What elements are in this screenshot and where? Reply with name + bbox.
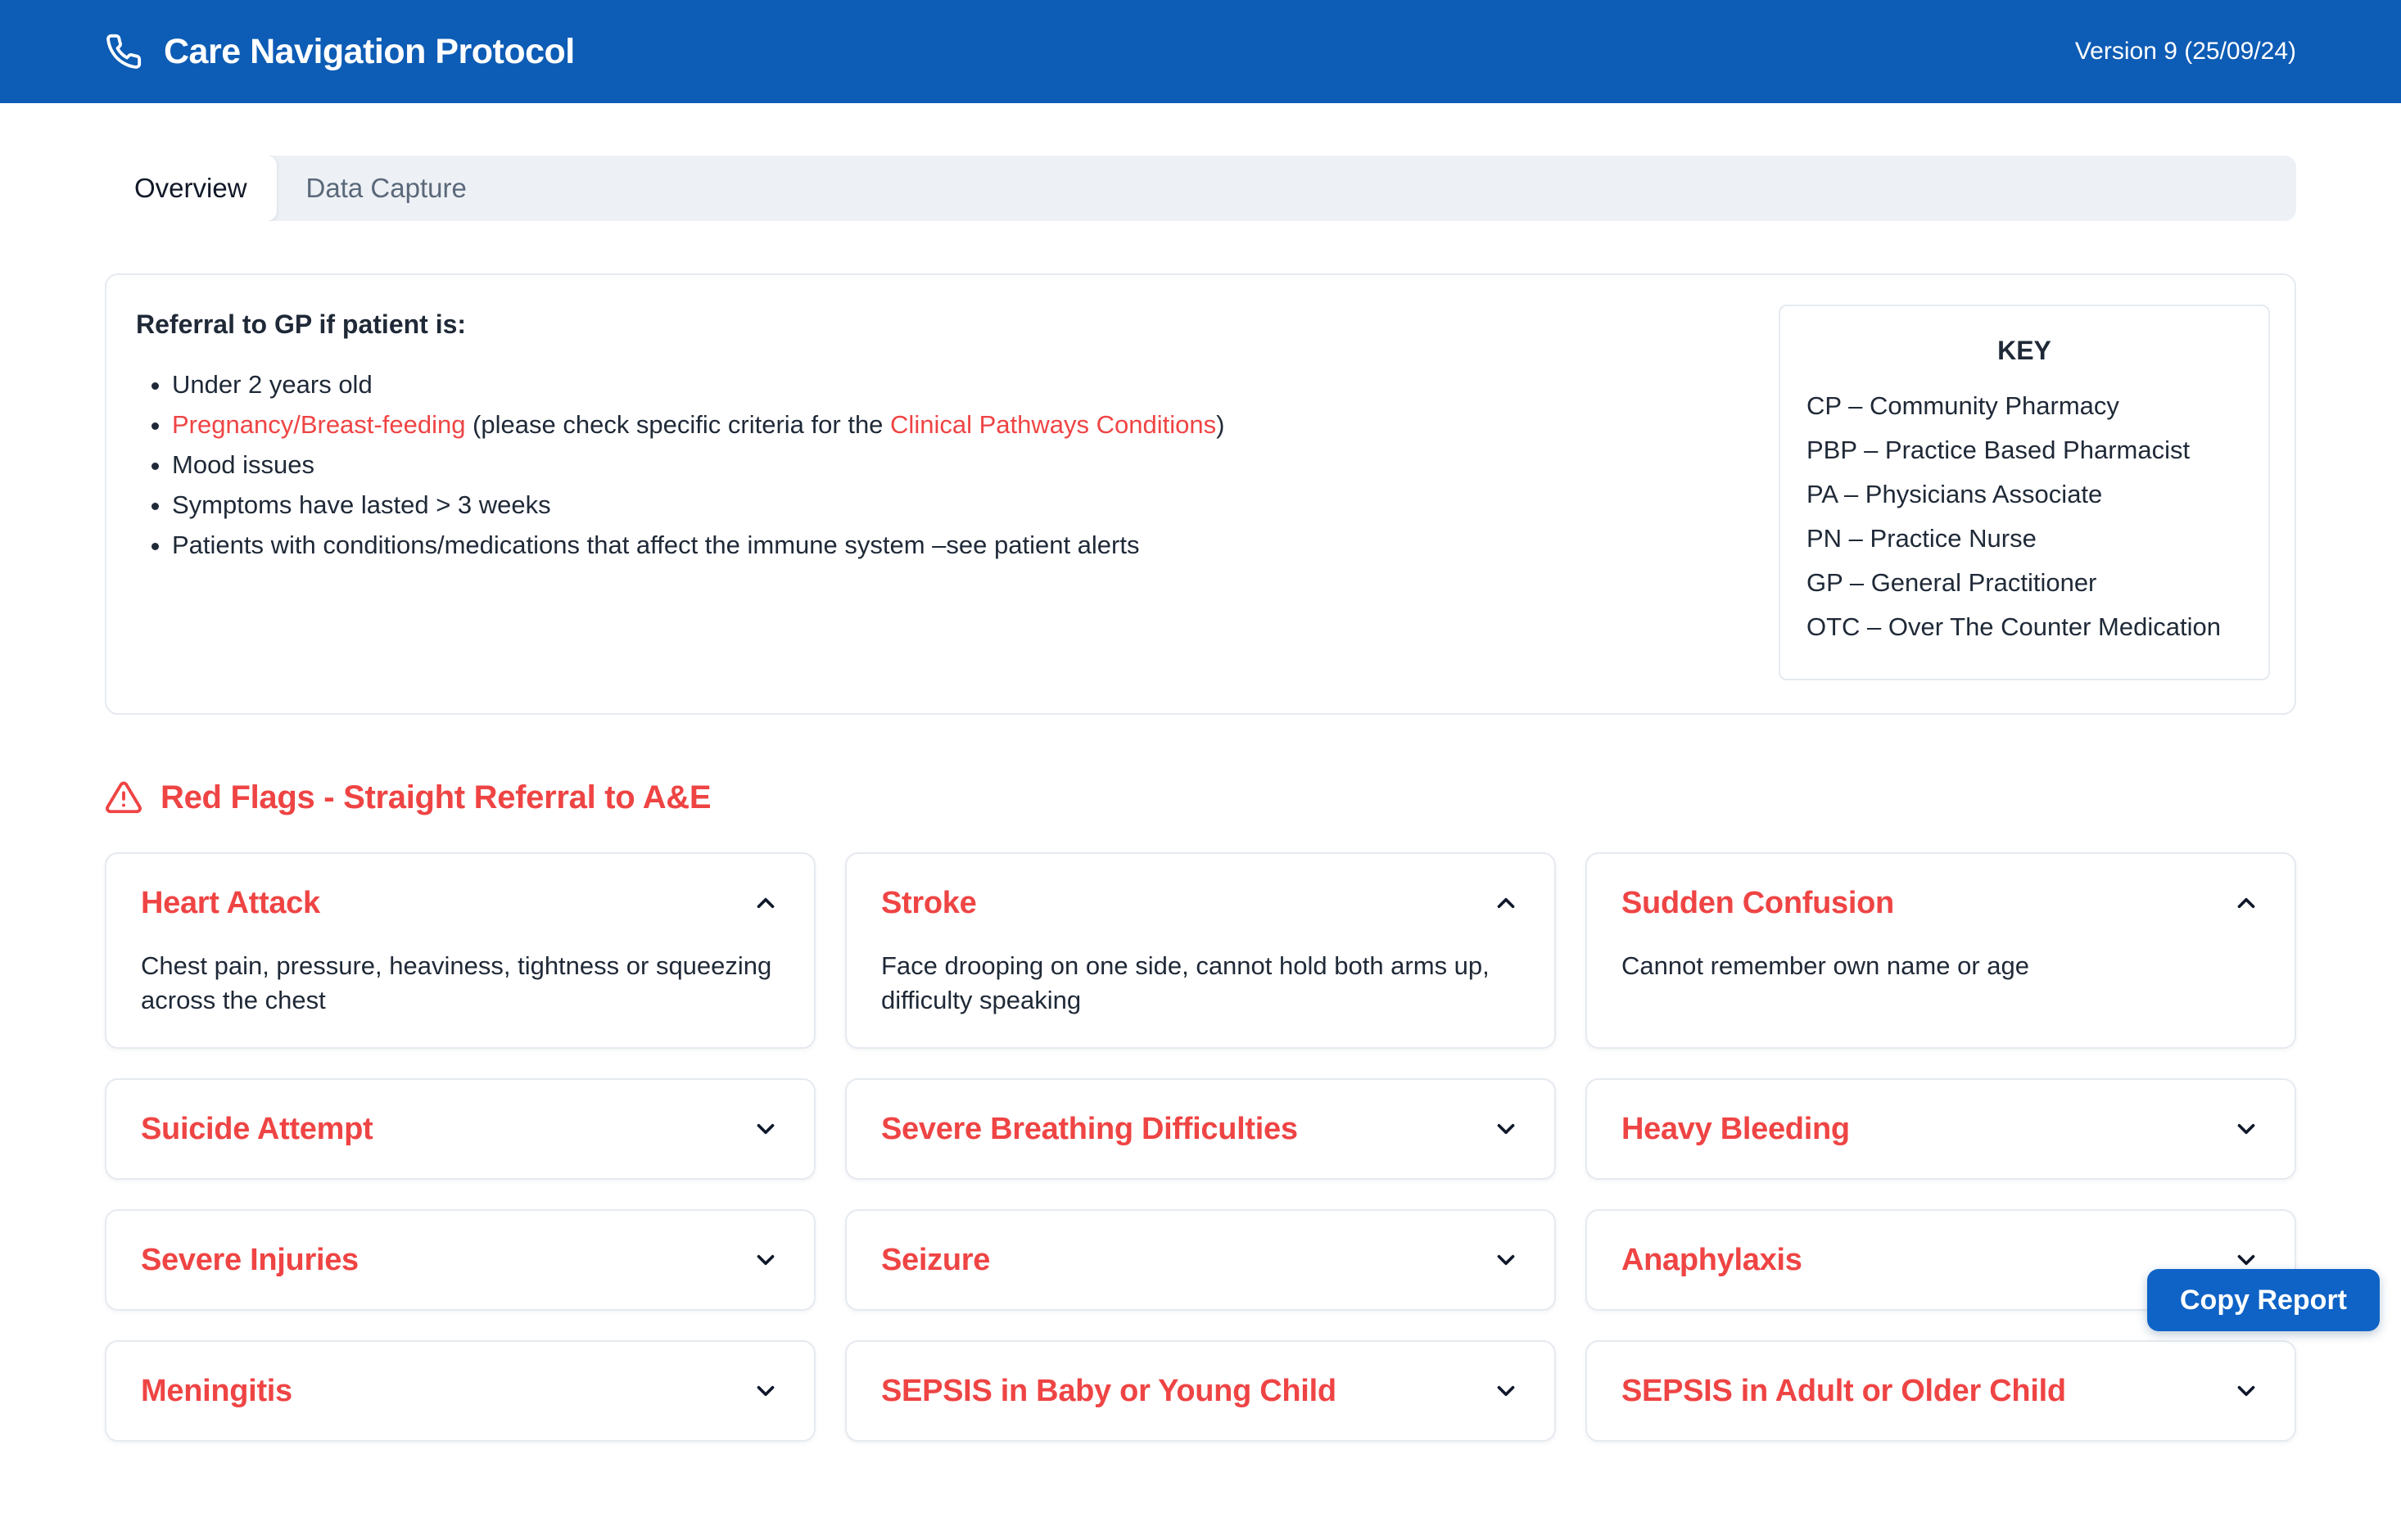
referral-bullet: Under 2 years old [172, 364, 1224, 404]
red-flags-heading-text: Red Flags - Straight Referral to A&E [161, 779, 711, 816]
key-item: PA – Physicians Associate [1806, 472, 2242, 517]
condition-card-toggle[interactable]: Stroke [881, 883, 1520, 923]
condition-card: Suicide Attempt [105, 1078, 816, 1180]
condition-card-title: Sudden Confusion [1621, 883, 1894, 923]
condition-card: SEPSIS in Baby or Young Child [845, 1340, 1556, 1442]
key-title: KEY [1806, 336, 2242, 366]
page-title: Care Navigation Protocol [164, 32, 575, 72]
referral-criteria: Referral to GP if patient is: Under 2 ye… [136, 305, 1224, 565]
referral-bullet: Mood issues [172, 445, 1224, 485]
chevron-up-icon [2232, 889, 2260, 917]
chevron-down-icon [1492, 1246, 1520, 1274]
cards-grid: Heart Attack Chest pain, pressure, heavi… [105, 852, 2296, 1540]
condition-card: SEPSIS in Adult or Older Child [1585, 1340, 2296, 1442]
condition-card: Seizure [845, 1209, 1556, 1311]
tab-label: Data Capture [306, 173, 467, 204]
key-item: GP – General Practitioner [1806, 561, 2242, 605]
referral-heading: Referral to GP if patient is: [136, 309, 1224, 340]
app-brand: Care Navigation Protocol [105, 32, 575, 72]
condition-card-title: Suicide Attempt [141, 1109, 373, 1149]
condition-card-title: Meningitis [141, 1371, 292, 1411]
key-item: OTC – Over The Counter Medication [1806, 605, 2242, 649]
condition-card: Stroke Face drooping on one side, cannot… [845, 852, 1556, 1049]
condition-card-toggle[interactable]: Severe Breathing Difficulties [881, 1109, 1520, 1149]
condition-card-toggle[interactable]: Seizure [881, 1240, 1520, 1280]
condition-card: Severe Injuries [105, 1209, 816, 1311]
chevron-down-icon [2232, 1377, 2260, 1405]
main-content: Overview Data Capture Referral to GP if p… [105, 156, 2296, 1540]
highlighted-text: Clinical Pathways Conditions [890, 410, 1216, 439]
condition-card-title: Severe Injuries [141, 1240, 359, 1280]
condition-card-title: SEPSIS in Adult or Older Child [1621, 1371, 2066, 1411]
condition-card-title: Seizure [881, 1240, 990, 1280]
condition-card-title: Heart Attack [141, 883, 320, 923]
condition-card-title: Heavy Bleeding [1621, 1109, 1850, 1149]
phone-icon [105, 33, 142, 70]
key-item: PN – Practice Nurse [1806, 517, 2242, 561]
app-header: Care Navigation Protocol Version 9 (25/0… [0, 0, 2401, 103]
key-list: CP – Community PharmacyPBP – Practice Ba… [1806, 384, 2242, 649]
referral-bullet: Pregnancy/Breast-feeding (please check s… [172, 404, 1224, 445]
condition-card-toggle[interactable]: Heavy Bleeding [1621, 1109, 2260, 1149]
red-flags-heading: Red Flags - Straight Referral to A&E [105, 779, 2296, 816]
condition-card-toggle[interactable]: Suicide Attempt [141, 1109, 780, 1149]
condition-card-toggle[interactable]: Severe Injuries [141, 1240, 780, 1280]
highlighted-text: Pregnancy/Breast-feeding [172, 410, 465, 439]
condition-card: Severe Breathing Difficulties [845, 1078, 1556, 1180]
key-item: CP – Community Pharmacy [1806, 384, 2242, 428]
condition-card-toggle[interactable]: SEPSIS in Adult or Older Child [1621, 1371, 2260, 1411]
version-label: Version 9 (25/09/24) [2075, 38, 2296, 65]
chevron-up-icon [752, 889, 780, 917]
tab-overview[interactable]: Overview [105, 156, 277, 221]
key-legend-panel: KEY CP – Community PharmacyPBP – Practic… [1779, 305, 2270, 680]
condition-card-title: SEPSIS in Baby or Young Child [881, 1371, 1336, 1411]
referral-bullet: Symptoms have lasted > 3 weeks [172, 485, 1224, 525]
chevron-down-icon [1492, 1377, 1520, 1405]
condition-card-title: Stroke [881, 883, 976, 923]
condition-card-description: Chest pain, pressure, heaviness, tightne… [141, 949, 780, 1018]
condition-card: Sudden Confusion Cannot remember own nam… [1585, 852, 2296, 1049]
condition-card-toggle[interactable]: Sudden Confusion [1621, 883, 2260, 923]
condition-card-title: Severe Breathing Difficulties [881, 1109, 1298, 1149]
referral-info-panel: Referral to GP if patient is: Under 2 ye… [105, 273, 2296, 715]
chevron-down-icon [752, 1377, 780, 1405]
condition-card-toggle[interactable]: Meningitis [141, 1371, 780, 1411]
referral-bullet: Patients with conditions/medications tha… [172, 525, 1224, 565]
condition-card-description: Cannot remember own name or age [1621, 949, 2260, 983]
condition-card-description: Face drooping on one side, cannot hold b… [881, 949, 1520, 1018]
chevron-down-icon [752, 1115, 780, 1143]
condition-card: Heart Attack Chest pain, pressure, heavi… [105, 852, 816, 1049]
condition-card: Meningitis [105, 1340, 816, 1442]
tab-data-capture[interactable]: Data Capture [277, 156, 496, 221]
referral-bullet-list: Under 2 years oldPregnancy/Breast-feedin… [136, 364, 1224, 565]
chevron-down-icon [1492, 1115, 1520, 1143]
condition-card-title: Anaphylaxis [1621, 1240, 1802, 1280]
tab-bar: Overview Data Capture [105, 156, 2296, 221]
chevron-down-icon [752, 1246, 780, 1274]
chevron-down-icon [2232, 1115, 2260, 1143]
warning-triangle-icon [105, 779, 142, 816]
chevron-up-icon [1492, 889, 1520, 917]
tab-label: Overview [134, 173, 247, 204]
key-item: PBP – Practice Based Pharmacist [1806, 428, 2242, 472]
condition-card-toggle[interactable]: Heart Attack [141, 883, 780, 923]
condition-card: Heavy Bleeding [1585, 1078, 2296, 1180]
copy-report-button[interactable]: Copy Report [2147, 1269, 2380, 1331]
condition-card-toggle[interactable]: SEPSIS in Baby or Young Child [881, 1371, 1520, 1411]
